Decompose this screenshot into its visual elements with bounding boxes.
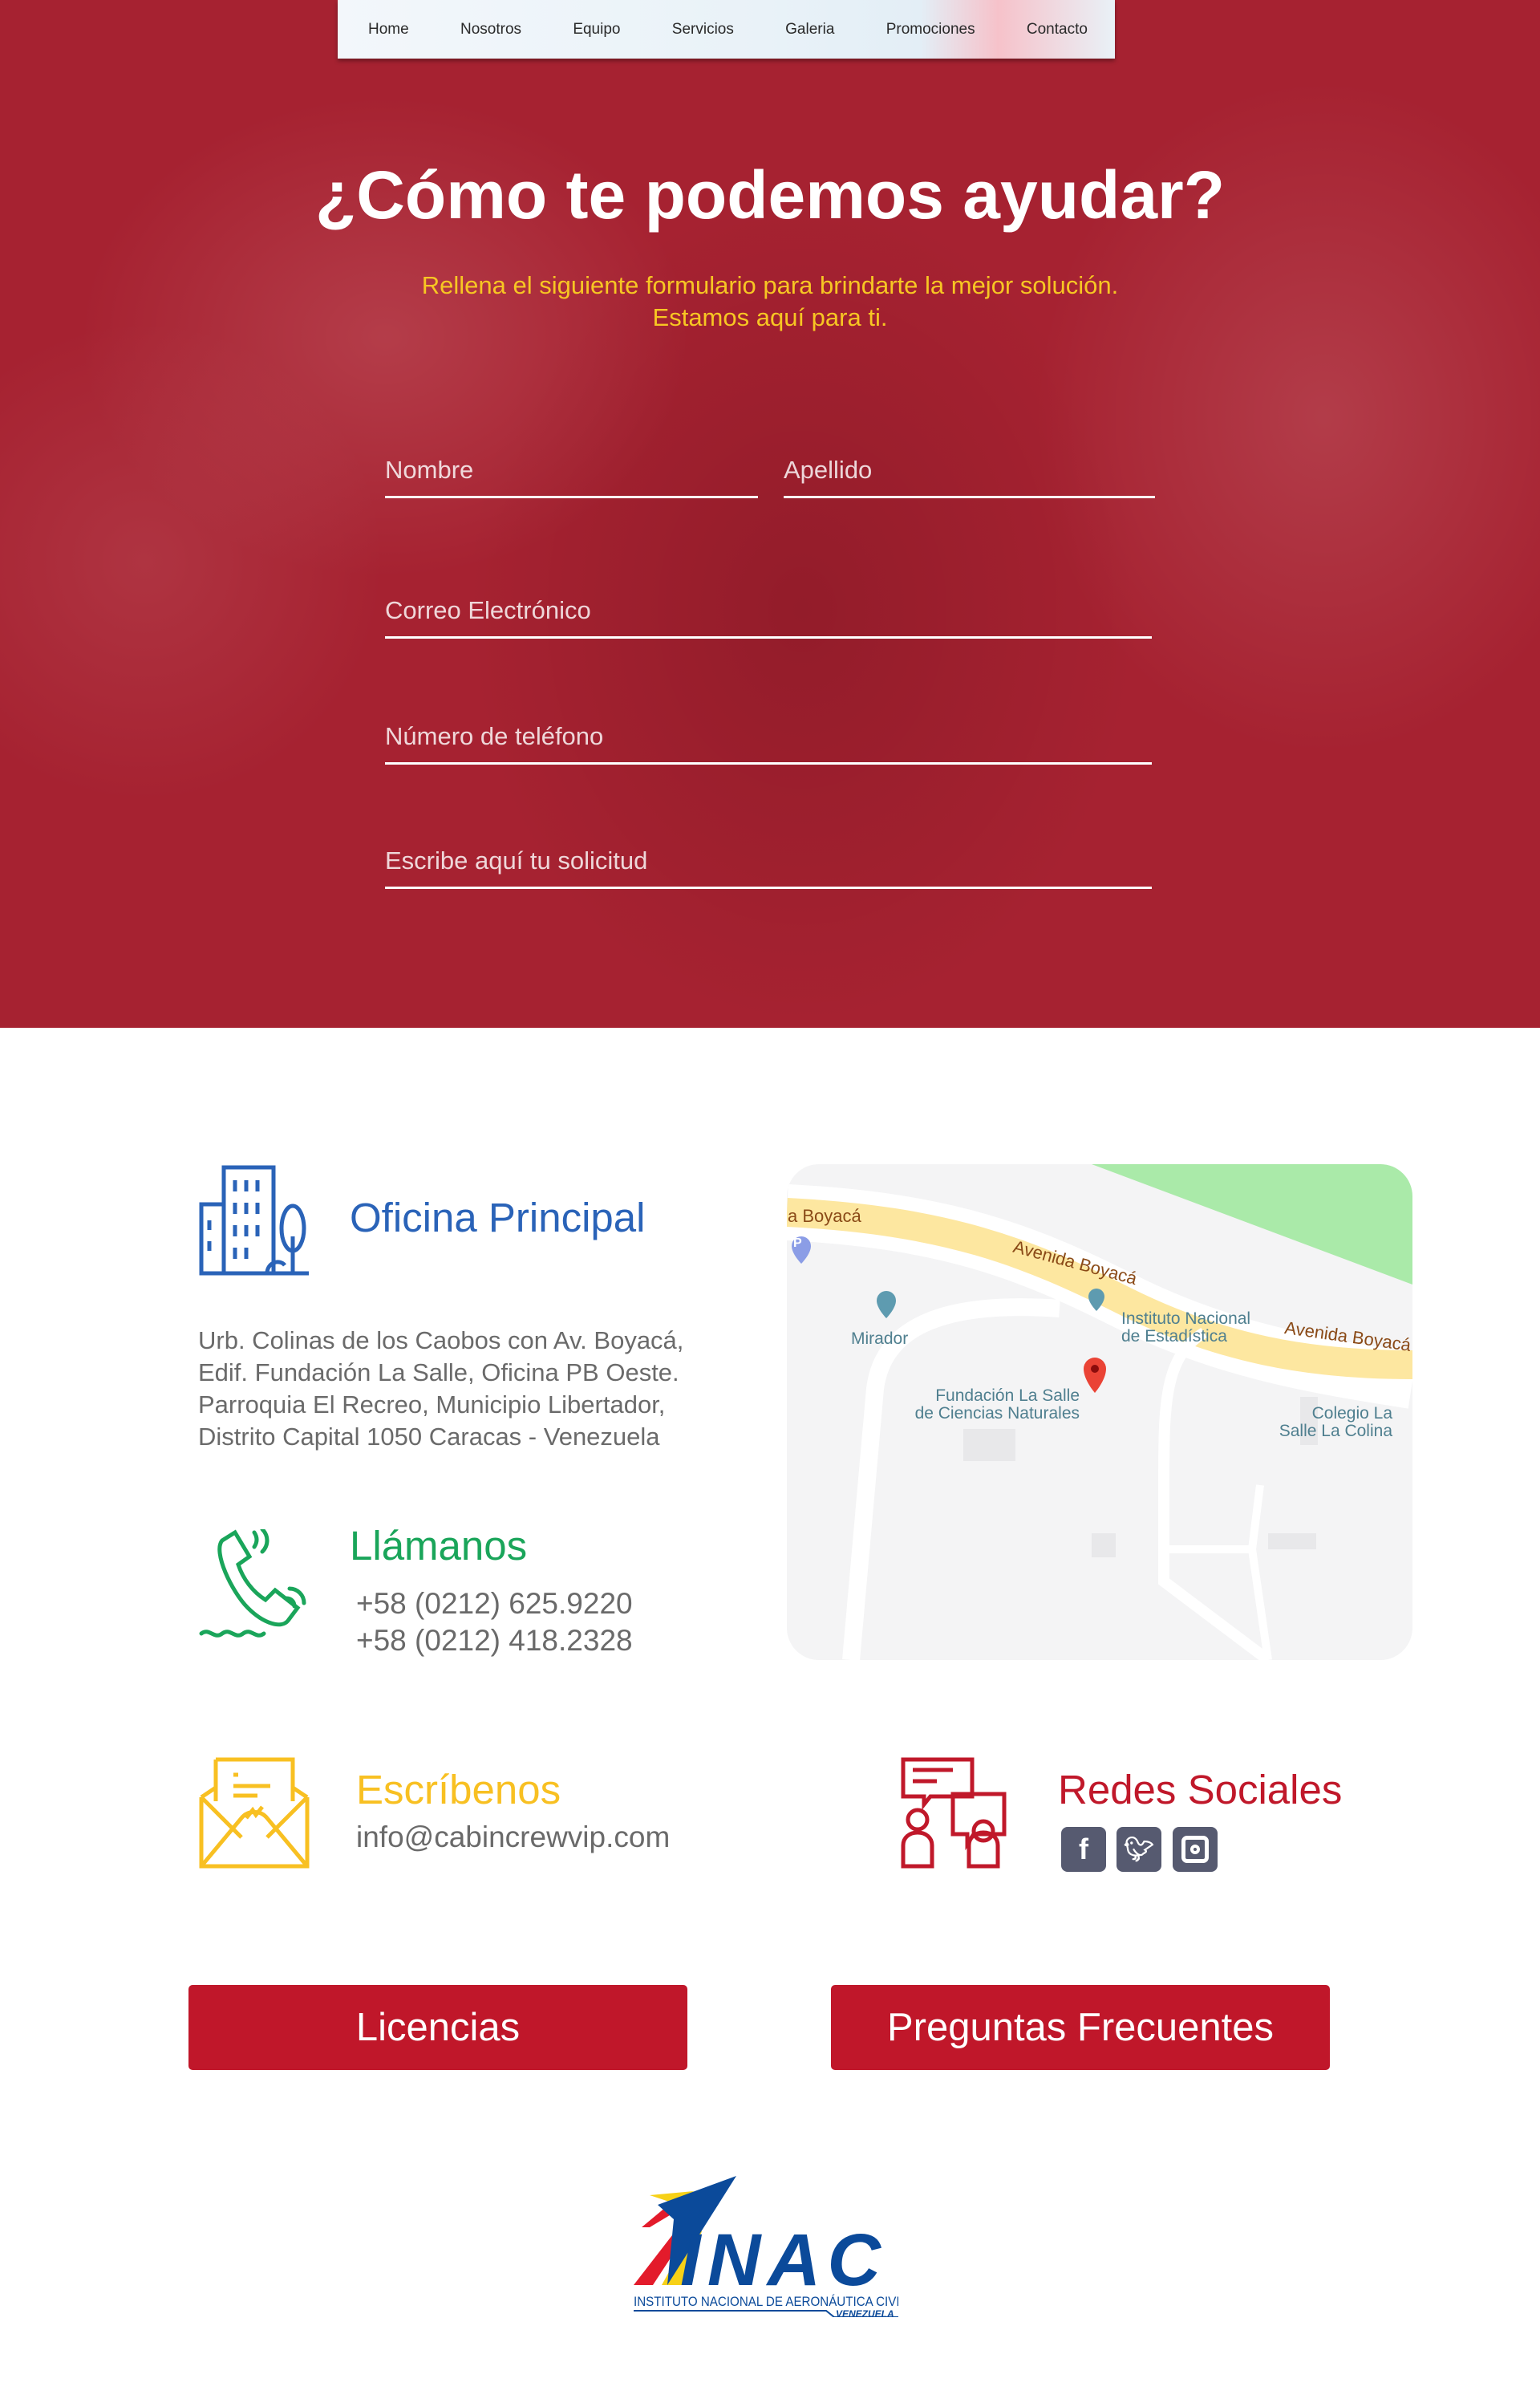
map-label: Colegio La [1311, 1404, 1392, 1423]
faq-button[interactable]: Preguntas Frecuentes [831, 1985, 1330, 2070]
top-nav: Home Nosotros Equipo Servicios Galeria P… [338, 0, 1115, 59]
nav-equipo[interactable]: Equipo [573, 21, 620, 39]
phone-call-icon [199, 1529, 306, 1638]
nav-contacto[interactable]: Contacto [1027, 21, 1088, 39]
nav-galeria[interactable]: Galeria [785, 21, 834, 39]
inac-logo-mark: INAC INSTITUTO NACIONAL DE AERONÁUTICA C… [634, 2176, 906, 2320]
address-line: Parroquia El Recreo, Municipio Libertado… [198, 1390, 666, 1419]
call-title: Llámanos [350, 1523, 528, 1569]
office-address: Urb. Colinas de los Caobos con Av. Boyac… [198, 1325, 683, 1453]
apellido-input[interactable]: Apellido [784, 456, 1155, 498]
phone-input[interactable]: Número de teléfono [385, 722, 1152, 765]
subtitle-line-2: Estamos aquí para ti. [652, 303, 888, 331]
instagram-glyph [1181, 1836, 1209, 1863]
map-parking-label: P [793, 1236, 802, 1250]
request-input[interactable]: Escribe aquí tu solicitud [385, 846, 1152, 889]
email-input[interactable]: Correo Electrónico [385, 596, 1152, 639]
twitter-icon[interactable]: 🐦︎ [1116, 1827, 1161, 1872]
address-line: Edif. Fundación La Salle, Oficina PB Oes… [198, 1358, 679, 1386]
address-line: Distrito Capital 1050 Caracas - Venezuel… [198, 1423, 660, 1451]
envelope-letter-icon [199, 1757, 310, 1869]
location-map[interactable]: a Boyacá Avenida Boyacá Avenida Boyacá P… [787, 1164, 1412, 1660]
map-label-ine: Instituto Nacional de Estadística [1121, 1310, 1250, 1346]
svg-text:INSTITUTO NACIONAL DE AERONÁUT: INSTITUTO NACIONAL DE AERONÁUTICA CIVIL [634, 2294, 898, 2309]
map-label: de Ciencias Naturales [914, 1404, 1080, 1423]
office-building-icon [199, 1165, 309, 1276]
map-label: Instituto Nacional [1121, 1309, 1251, 1328]
phone-number[interactable]: +58 (0212) 625.9220 [356, 1585, 633, 1622]
nav-home[interactable]: Home [368, 21, 409, 39]
email-link[interactable]: info@cabincrewvip.com [356, 1821, 670, 1853]
map-label-mirador: Mirador [851, 1329, 909, 1348]
inac-logo: INAC INSTITUTO NACIONAL DE AERONÁUTICA C… [618, 2163, 906, 2320]
nav-promociones[interactable]: Promociones [886, 21, 975, 39]
map-label: Fundación La Salle [935, 1386, 1080, 1405]
svg-text:VENEZUELA: VENEZUELA [836, 2308, 894, 2317]
nombre-input[interactable]: Nombre [385, 456, 758, 498]
instagram-icon[interactable] [1173, 1827, 1218, 1872]
nav-servicios[interactable]: Servicios [672, 21, 734, 39]
office-title: Oficina Principal [350, 1195, 646, 1240]
people-chat-icon [901, 1757, 1007, 1869]
address-line: Urb. Colinas de los Caobos con Av. Boyac… [198, 1326, 684, 1354]
contact-hero: Home Nosotros Equipo Servicios Galeria P… [0, 0, 1540, 1028]
map-label: Salle La Colina [1279, 1422, 1392, 1440]
subtitle-line-1: Rellena el siguiente formulario para bri… [421, 271, 1119, 299]
write-title: Escríbenos [356, 1767, 561, 1812]
map-label: de Estadística [1121, 1327, 1227, 1346]
map-label-fundacion: Fundación La Salle de Ciencias Naturales [883, 1387, 1080, 1423]
social-title: Redes Sociales [1058, 1767, 1343, 1812]
licencias-button[interactable]: Licencias [188, 1985, 687, 2070]
phone-number[interactable]: +58 (0212) 418.2328 [356, 1622, 633, 1659]
map-label-colegio: Colegio La Salle La Colina [1236, 1405, 1392, 1440]
page-title: ¿Cómo te podemos ayudar? [314, 157, 1226, 233]
nav-nosotros[interactable]: Nosotros [460, 21, 521, 39]
facebook-icon[interactable]: f [1061, 1827, 1106, 1872]
logo-text: INAC [680, 2219, 882, 2301]
map-label-road: a Boyacá [788, 1206, 861, 1226]
